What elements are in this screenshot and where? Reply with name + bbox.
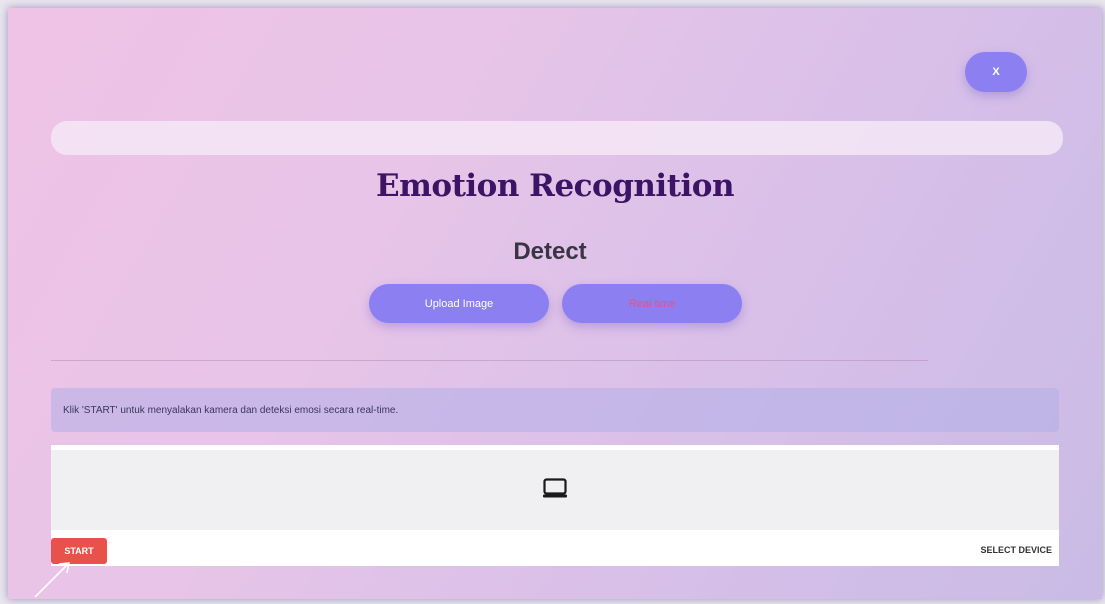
divider xyxy=(51,360,928,361)
webcam-panel: START SELECT DEVICE xyxy=(51,445,1059,566)
pointer-arrow-icon xyxy=(25,549,75,604)
camera-preview xyxy=(51,450,1059,530)
tab-upload-image[interactable]: Upload Image xyxy=(369,284,549,323)
top-input-bar[interactable] xyxy=(51,121,1063,155)
info-alert: Klik 'START' untuk menyalakan kamera dan… xyxy=(51,388,1059,432)
info-text: Klik 'START' untuk menyalakan kamera dan… xyxy=(63,404,399,416)
webcam-controls: START SELECT DEVICE xyxy=(51,530,1059,566)
section-title: Detect xyxy=(513,238,587,265)
close-button[interactable]: X xyxy=(965,52,1027,92)
select-device-button[interactable]: SELECT DEVICE xyxy=(980,545,1052,555)
app-window: X Emotion Recognition Detect Upload Imag… xyxy=(8,8,1102,599)
tab-real-time[interactable]: Real time xyxy=(562,284,742,323)
page-title: Emotion Recognition xyxy=(375,168,735,204)
laptop-icon xyxy=(542,477,568,504)
